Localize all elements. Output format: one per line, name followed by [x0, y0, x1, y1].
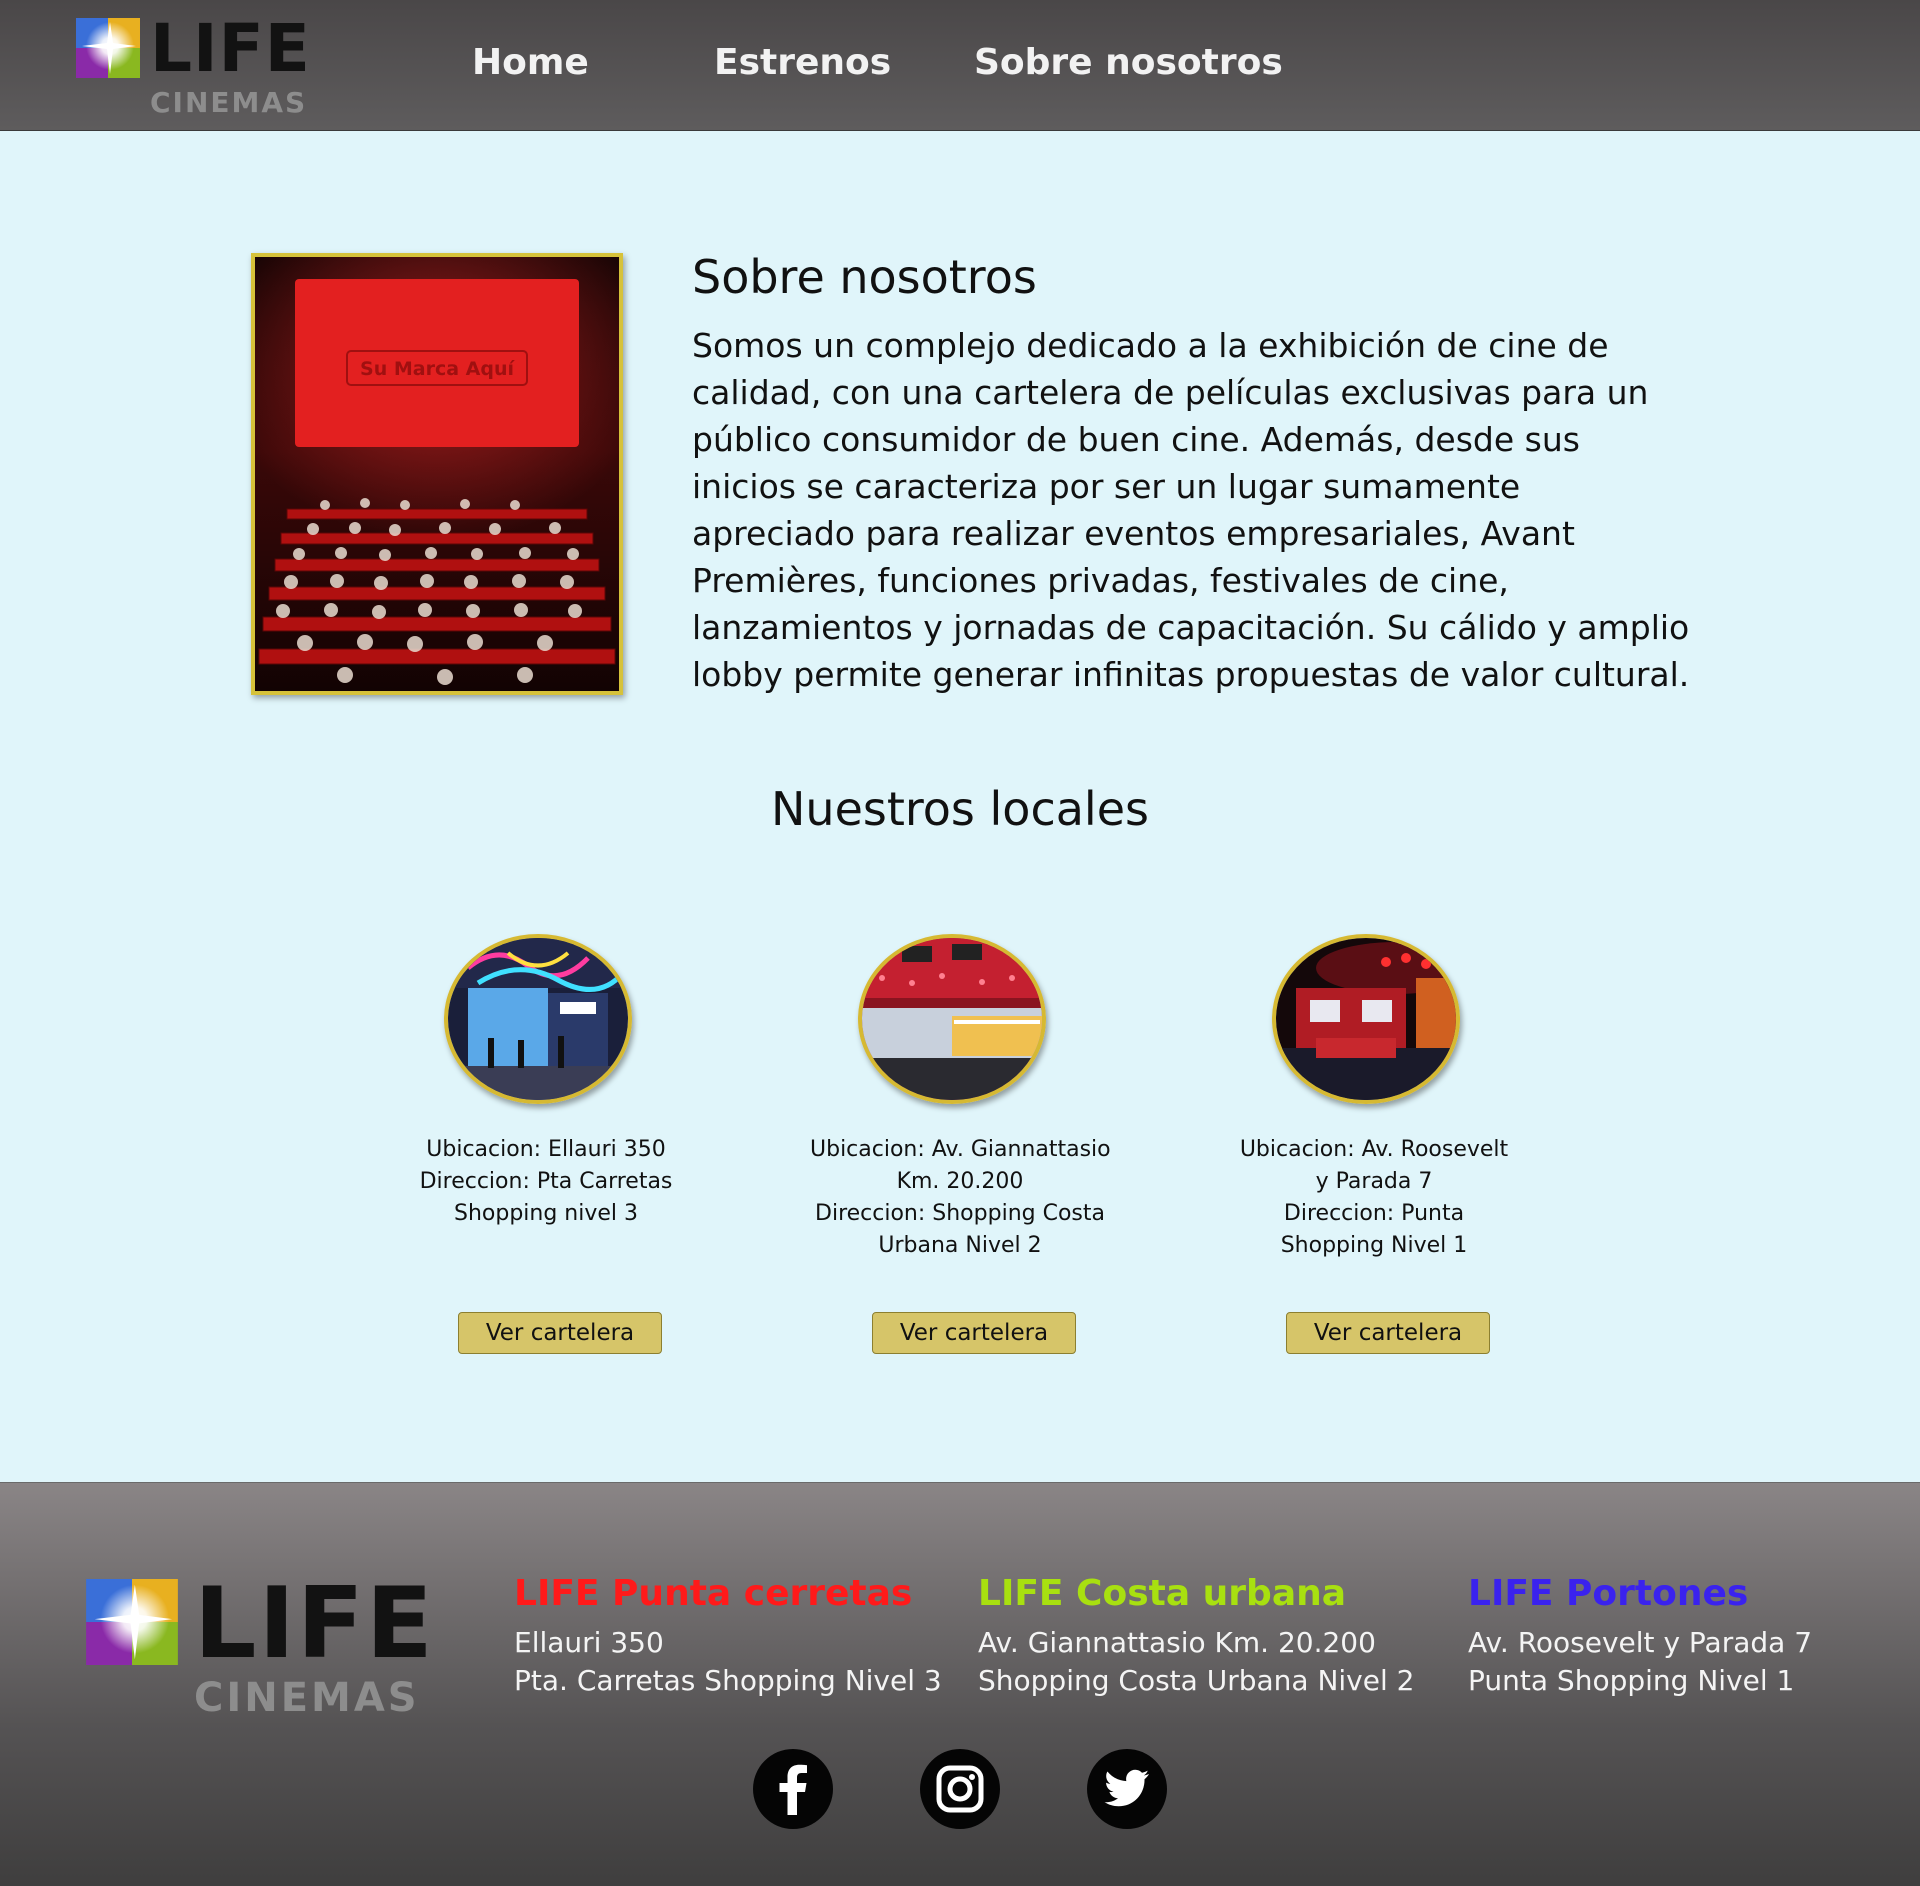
- ver-cartelera-button[interactable]: Ver cartelera: [872, 1312, 1076, 1354]
- location-line: Direccion: Pta Carretas: [419, 1169, 673, 1194]
- ver-cartelera-button[interactable]: Ver cartelera: [458, 1312, 662, 1354]
- location-photo: [1272, 934, 1460, 1104]
- location-line: Direccion: Punta: [1283, 1201, 1465, 1226]
- location-line: Direccion: Shopping Costa: [815, 1201, 1105, 1226]
- cinema-hall-illustration: Su Marca Aquí: [255, 257, 619, 691]
- ver-cartelera-button[interactable]: Ver cartelera: [1286, 1312, 1490, 1354]
- footer-life-cinemas-logo: LIFE CINEMAS: [86, 1567, 446, 1721]
- mall-entrance-illustration: [448, 938, 628, 1100]
- branch-address-line: Av. Roosevelt y Parada 7: [1468, 1626, 1813, 1659]
- locales-title: Nuestros locales: [771, 782, 1149, 836]
- branch-costa-urbana: LIFE Costa urbana Av. Giannattasio Km. 2…: [978, 1573, 1414, 1700]
- logo-word: LIFE: [194, 1567, 435, 1681]
- branch-name: LIFE Costa urbana: [978, 1573, 1347, 1614]
- branch-address-line: Shopping Costa Urbana Nivel 2: [978, 1664, 1415, 1697]
- branch-name: LIFE Portones: [1468, 1573, 1749, 1614]
- location-photo: [858, 934, 1046, 1104]
- about-title: Sobre nosotros: [692, 250, 1037, 304]
- life-logo-mark-icon: [76, 18, 140, 78]
- location-line: Ubicacion: Av. Giannattasio: [810, 1137, 1111, 1162]
- twitter-icon: [1104, 1769, 1149, 1807]
- cinema-hall-photo: Su Marca Aquí: [251, 253, 623, 695]
- logo-subword: CINEMAS: [194, 1675, 420, 1721]
- location-line: Urbana Nivel 2: [878, 1233, 1042, 1258]
- nav-home-link[interactable]: Home: [472, 42, 589, 83]
- location-info: Ubicacion: Ellauri 350 Direccion: Pta Ca…: [396, 1134, 696, 1230]
- logo-subword: CINEMAS: [150, 86, 308, 119]
- branch-address: Av. Roosevelt y Parada 7 Punta Shopping …: [1468, 1624, 1812, 1700]
- branch-address-line: Av. Giannattasio Km. 20.200: [978, 1626, 1376, 1659]
- instagram-link[interactable]: [920, 1749, 1000, 1829]
- instagram-icon: [936, 1765, 984, 1813]
- branch-address: Ellauri 350 Pta. Carretas Shopping Nivel…: [514, 1624, 942, 1700]
- site-header: LIFE CINEMAS Home Estrenos Sobre nosotro…: [0, 0, 1920, 131]
- location-info: Ubicacion: Av. Giannattasio Km. 20.200 D…: [810, 1134, 1111, 1262]
- branch-address: Av. Giannattasio Km. 20.200 Shopping Cos…: [978, 1624, 1414, 1700]
- location-line: Ubicacion: Av. Roosevelt: [1239, 1137, 1509, 1162]
- life-logo-mark-icon: [86, 1579, 178, 1665]
- life-cinemas-logo[interactable]: LIFE CINEMAS: [76, 10, 326, 119]
- branch-address-line: Punta Shopping Nivel 1: [1468, 1664, 1795, 1697]
- facebook-link[interactable]: [753, 1749, 833, 1829]
- screen-text: Su Marca Aquí: [360, 358, 515, 380]
- branch-portones: LIFE Portones Av. Roosevelt y Parada 7 P…: [1468, 1573, 1812, 1700]
- facebook-icon: [779, 1764, 807, 1815]
- location-line: Shopping Nivel 1: [1280, 1233, 1468, 1258]
- branch-punta-carretas: LIFE Punta cerretas Ellauri 350 Pta. Car…: [514, 1573, 942, 1700]
- branch-address-line: Pta. Carretas Shopping Nivel 3: [514, 1664, 942, 1697]
- location-line: Ubicacion: Ellauri 350: [426, 1137, 666, 1162]
- location-line: Km. 20.200: [896, 1169, 1024, 1194]
- candy-bar-illustration: [862, 938, 1042, 1100]
- site-footer: LIFE CINEMAS LIFE Punta cerretas Ellauri…: [0, 1482, 1920, 1886]
- logo-word: LIFE: [150, 10, 311, 87]
- location-info: Ubicacion: Av. Roosevelt y Parada 7 Dire…: [1224, 1134, 1524, 1262]
- about-description: Somos un complejo dedicado a la exhibici…: [692, 326, 1690, 694]
- location-photo: [444, 934, 632, 1104]
- nav-sobre-nosotros-link[interactable]: Sobre nosotros: [974, 42, 1283, 83]
- lobby-illustration: [1276, 938, 1456, 1100]
- location-line: y Parada 7: [1315, 1169, 1433, 1194]
- twitter-link[interactable]: [1087, 1749, 1167, 1829]
- location-line: Shopping nivel 3: [453, 1201, 639, 1226]
- nav-estrenos-link[interactable]: Estrenos: [714, 42, 891, 83]
- branch-address-line: Ellauri 350: [514, 1626, 664, 1659]
- branch-name: LIFE Punta cerretas: [514, 1573, 913, 1614]
